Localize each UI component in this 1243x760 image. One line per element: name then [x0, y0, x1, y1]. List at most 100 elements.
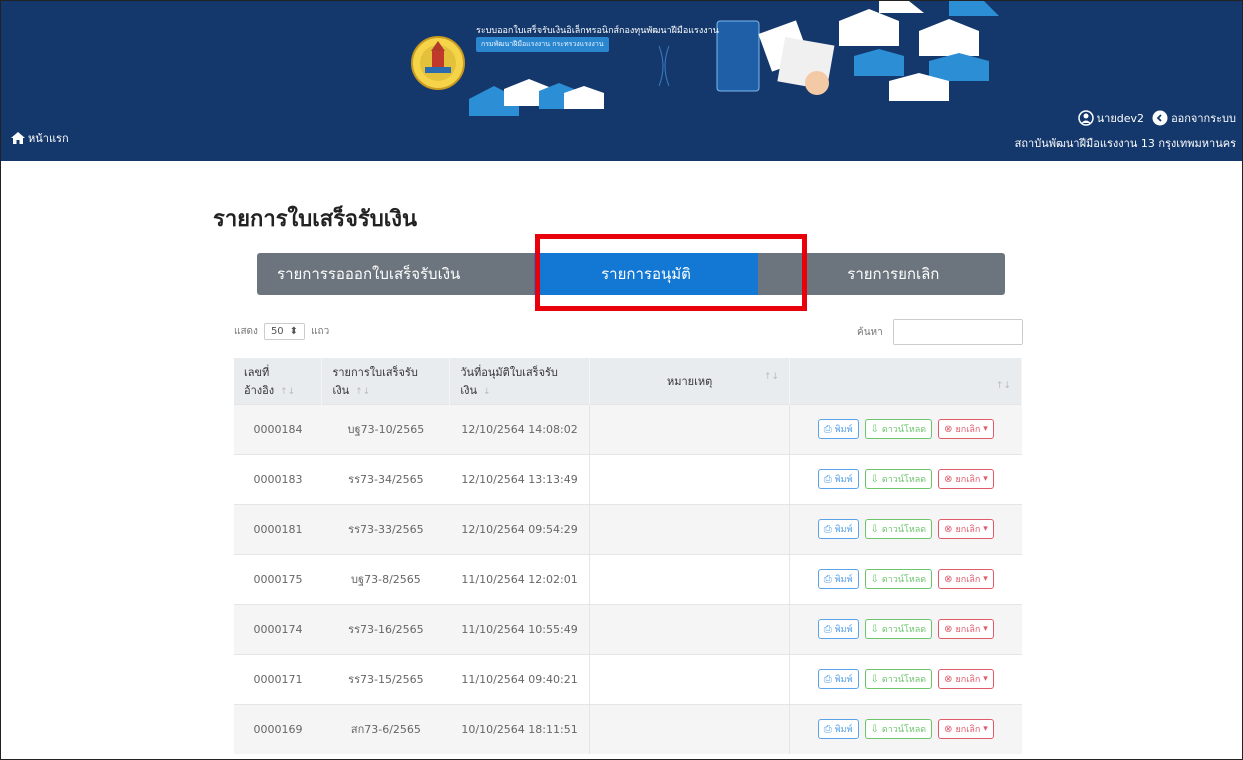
cell-actions: ⎙ พิมพ์ ⇩ ดาวน์โหลด ⊗ ยกเลิก ▾	[789, 553, 1022, 604]
table-row: 0000174 รร73-16/2565 11/10/2564 10:55:49…	[234, 603, 1022, 654]
cell-ref: 0000181	[234, 503, 322, 554]
print-button[interactable]: ⎙ พิมพ์	[817, 469, 859, 489]
download-icon: ⇩	[870, 473, 879, 485]
cancel-icon: ⊗	[944, 573, 953, 585]
cell-date: 11/10/2564 12:02:01	[449, 553, 590, 604]
cancel-button[interactable]: ⊗ ยกเลิก ▾	[938, 419, 994, 439]
cell-receipt: รร73-16/2565	[321, 603, 450, 654]
cell-actions: ⎙ พิมพ์ ⇩ ดาวน์โหลด ⊗ ยกเลิก ▾	[789, 603, 1022, 654]
cancel-label: ยกเลิก	[955, 575, 981, 585]
cancel-button[interactable]: ⊗ ยกเลิก ▾	[938, 469, 994, 489]
download-icon: ⇩	[870, 623, 879, 635]
cell-receipt: รร73-15/2565	[321, 653, 450, 704]
search-input[interactable]	[892, 319, 1023, 345]
cancel-label: ยกเลิก	[955, 475, 981, 485]
print-button[interactable]: ⎙ พิมพ์	[817, 719, 859, 740]
col-note[interactable]: หมายเหตุ ↑↓	[589, 358, 791, 404]
row-actions: ⎙ พิมพ์ ⇩ ดาวน์โหลด ⊗ ยกเลิก ▾	[800, 569, 1011, 589]
download-label: ดาวน์โหลด	[881, 475, 927, 485]
download-button[interactable]: ⇩ ดาวน์โหลด	[864, 569, 933, 589]
print-icon: ⎙	[823, 723, 832, 735]
search-label: ค้นหา	[857, 326, 883, 338]
caret-down-icon: ▾	[983, 724, 988, 735]
download-icon: ⇩	[870, 523, 879, 535]
org-name: สถาบันพัฒนาฝีมือแรงงาน 13 กรุงเทพมหานคร	[1014, 137, 1236, 150]
caret-down-icon: ▾	[983, 424, 988, 434]
sort-icon: ↑↓	[995, 380, 1011, 391]
cancel-label: ยกเลิก	[955, 525, 981, 535]
cancel-icon: ⊗	[944, 473, 953, 485]
cell-receipt: รร73-34/2565	[321, 453, 450, 504]
user-name: นายdev2	[1096, 112, 1145, 125]
download-icon: ⇩	[870, 673, 879, 685]
download-button[interactable]: ⇩ ดาวน์โหลด	[864, 669, 933, 689]
cell-note	[589, 653, 791, 704]
caret-down-icon: ▾	[983, 524, 988, 534]
cancel-icon: ⊗	[944, 623, 953, 635]
cell-ref: 0000169	[234, 703, 322, 754]
tab-pending[interactable]: รายการรอออกใบเสร็จรับเงิน	[257, 253, 480, 295]
receipts-table: เลขที่อ้างอิง ↑↓ รายการใบเสร็จรับเงิน ↑↓ ว…	[234, 358, 1022, 754]
print-button[interactable]: ⎙ พิมพ์	[817, 519, 859, 539]
col-ref[interactable]: เลขที่อ้างอิง ↑↓	[234, 358, 323, 404]
cancel-button[interactable]: ⊗ ยกเลิก ▾	[938, 719, 994, 740]
cell-receipt: สก73-6/2565	[321, 703, 450, 754]
home-link[interactable]: หน้าแรก	[11, 129, 69, 147]
download-button[interactable]: ⇩ ดาวน์โหลด	[864, 419, 933, 439]
cell-date: 11/10/2564 10:55:49	[449, 603, 590, 654]
cancel-icon: ⊗	[944, 723, 953, 735]
home-icon	[11, 132, 25, 144]
cell-ref: 0000184	[234, 403, 322, 454]
logout-icon	[1152, 110, 1168, 126]
print-label: พิมพ์	[834, 425, 853, 435]
cancel-button[interactable]: ⊗ ยกเลิก ▾	[938, 519, 994, 539]
download-button[interactable]: ⇩ ดาวน์โหลด	[864, 719, 933, 740]
cell-receipt: บฐ73-10/2565	[321, 403, 450, 454]
cell-date: 12/10/2564 14:08:02	[449, 403, 590, 454]
banner-artwork	[469, 1, 999, 116]
sort-desc-icon: ↓	[483, 386, 491, 397]
cell-note	[589, 553, 791, 604]
cancel-icon: ⊗	[944, 523, 953, 535]
print-label: พิมพ์	[834, 675, 853, 685]
cell-note	[589, 703, 791, 754]
download-button[interactable]: ⇩ ดาวน์โหลด	[864, 469, 933, 489]
cell-actions: ⎙ พิมพ์ ⇩ ดาวน์โหลด ⊗ ยกเลิก ▾	[789, 503, 1022, 554]
print-button[interactable]: ⎙ พิมพ์	[817, 619, 859, 639]
col-note-label: หมายเหตุ	[667, 374, 713, 388]
print-button[interactable]: ⎙ พิมพ์	[817, 569, 859, 589]
cell-ref: 0000175	[234, 553, 322, 604]
row-actions: ⎙ พิมพ์ ⇩ ดาวน์โหลด ⊗ ยกเลิก ▾	[800, 719, 1011, 740]
cell-date: 12/10/2564 13:13:49	[449, 453, 590, 504]
caret-down-icon: ▾	[983, 474, 988, 484]
logout-button[interactable]: ออกจากระบบ	[1152, 109, 1236, 127]
col-date[interactable]: วันที่อนุมัติใบเสร็จรับเงิน ↓	[449, 358, 591, 404]
cell-note	[589, 403, 791, 454]
print-button[interactable]: ⎙ พิมพ์	[817, 669, 859, 689]
print-icon: ⎙	[823, 673, 832, 685]
table-row: 0000183 รร73-34/2565 12/10/2564 13:13:49…	[234, 453, 1022, 504]
tab-approved[interactable]: รายการอนุมัติ	[534, 253, 758, 295]
col-ref-label: เลขที่อ้างอิง	[244, 365, 275, 397]
download-icon: ⇩	[870, 423, 879, 435]
col-receipt[interactable]: รายการใบเสร็จรับเงิน ↑↓	[321, 358, 451, 404]
page-length-select[interactable]: 50 ⬍	[263, 323, 306, 340]
cancel-button[interactable]: ⊗ ยกเลิก ▾	[938, 619, 994, 639]
cancel-label: ยกเลิก	[955, 625, 981, 635]
print-label: พิมพ์	[834, 475, 853, 485]
print-button[interactable]: ⎙ พิมพ์	[817, 419, 859, 439]
cancel-button[interactable]: ⊗ ยกเลิก ▾	[938, 669, 994, 689]
page-title: รายการใบเสร็จรับเงิน	[213, 207, 417, 232]
col-receipt-label: รายการใบเสร็จรับเงิน	[332, 365, 418, 397]
user-icon	[1077, 110, 1094, 126]
print-label: พิมพ์	[834, 525, 853, 535]
download-button[interactable]: ⇩ ดาวน์โหลด	[864, 519, 933, 539]
user-menu[interactable]: นายdev2	[1077, 109, 1145, 127]
download-button[interactable]: ⇩ ดาวน์โหลด	[864, 619, 933, 639]
cancel-button[interactable]: ⊗ ยกเลิก ▾	[938, 569, 994, 589]
col-actions[interactable]: ↑↓	[789, 358, 1022, 404]
banner-title: ระบบออกใบเสร็จรับเงินอิเล็กทรอนิกส์กองทุ…	[476, 26, 719, 36]
caret-down-icon: ▾	[983, 674, 988, 684]
page-length-control: แสดง 50 ⬍ แถว	[234, 323, 329, 340]
tab-cancelled[interactable]: รายการยกเลิก	[782, 253, 1005, 295]
